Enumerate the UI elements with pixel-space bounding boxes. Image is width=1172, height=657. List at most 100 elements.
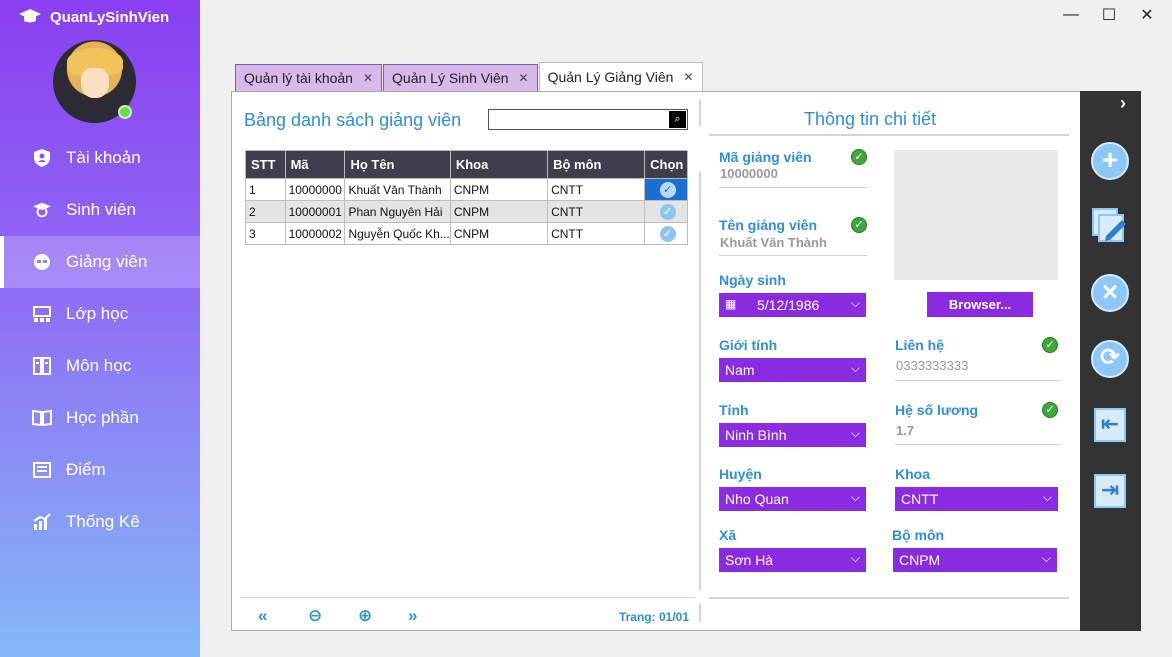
check-circle-icon[interactable]: ✓ (659, 225, 676, 242)
minimize-button[interactable]: — (1052, 4, 1090, 26)
table-row[interactable]: 3 10000002 Nguyễn Quốc Kh... CNPM CNTT ✓ (245, 222, 688, 245)
tab-quan-ly-sinh-vien[interactable]: Quản Lý Sinh Viên ✕ (383, 64, 538, 91)
gioi-tinh-label: Giới tính (719, 337, 778, 353)
tab-bar: Quản lý tài khoản ✕ Quản Lý Sinh Viên ✕ … (235, 62, 704, 91)
valid-check-icon: ✓ (1042, 337, 1058, 353)
cell-chon[interactable]: ✓ (644, 178, 688, 201)
lien-he-field[interactable]: 0333333333 (896, 358, 968, 373)
photo-placeholder (894, 150, 1058, 280)
xa-select[interactable]: Sơn Hà ⌵ (719, 548, 866, 572)
lecturer-table: STT Mã Họ Tên Khoa Bộ môn Chọn 1 1000000… (245, 150, 688, 245)
shield-user-icon (32, 148, 52, 168)
tab-quan-ly-giang-vien[interactable]: Quản Lý Giảng Viên ✕ (538, 62, 703, 91)
check-circle-icon[interactable]: ✓ (659, 181, 676, 198)
ma-giang-vien-label: Mã giảng viên (719, 149, 812, 165)
tab-label: Quản Lý Giảng Viên (547, 69, 674, 85)
table-row[interactable]: 1 10000000 Khuất Văn Thành CNPM CNTT ✓ (245, 178, 688, 201)
sidebar-item-label: Giảng viên (66, 252, 148, 271)
valid-check-icon: ✓ (1042, 402, 1058, 418)
ngay-sinh-value: 5/12/1986 (757, 297, 820, 313)
next-page-icon[interactable]: ⊕ (358, 606, 372, 626)
table-header-row: STT Mã Họ Tên Khoa Bộ môn Chọn (245, 150, 688, 179)
ngay-sinh-datepicker[interactable]: ▦ 5/12/1986 ⌵ (719, 293, 866, 317)
huyen-select[interactable]: Nho Quan ⌵ (719, 487, 866, 511)
check-circle-icon[interactable]: ✓ (659, 203, 676, 220)
tinh-label: Tỉnh (719, 402, 749, 418)
table-row[interactable]: 2 10000001 Phan Nguyên Hải CNPM CNTT ✓ (245, 200, 688, 223)
huyen-value: Nho Quan (725, 491, 789, 507)
column-header-stt[interactable]: STT (245, 150, 286, 179)
add-button[interactable]: + (1090, 141, 1130, 181)
edit-button[interactable] (1090, 206, 1130, 246)
ten-giang-vien-field[interactable]: Khuất Văn Thành (720, 235, 827, 250)
export-button[interactable]: ⇥ (1090, 471, 1130, 511)
window-controls: — ☐ ✕ (1052, 4, 1166, 26)
cell-chon[interactable]: ✓ (644, 222, 688, 245)
column-header-ma[interactable]: Mã (284, 150, 346, 179)
import-button[interactable]: ⇤ (1090, 405, 1130, 445)
refresh-icon: ⟳ (1091, 340, 1129, 378)
sidebar-item-hoc-phan[interactable]: Học phần (0, 392, 200, 444)
column-header-chon[interactable]: Chọn (644, 150, 688, 179)
tinh-select[interactable]: Ninh Bình ⌵ (719, 423, 866, 447)
last-page-icon[interactable]: » (408, 606, 417, 626)
xa-value: Sơn Hà (725, 552, 774, 568)
sidebar-item-mon-hoc[interactable]: Môn học (0, 340, 200, 392)
cell-chon[interactable]: ✓ (644, 200, 688, 223)
sidebar-item-sinh-vien[interactable]: Sinh viên (0, 184, 200, 236)
he-so-luong-field[interactable]: 1.7 (896, 423, 914, 438)
gioi-tinh-select[interactable]: Nam ⌵ (719, 358, 866, 382)
column-header-khoa[interactable]: Khoa (449, 150, 549, 179)
chevron-down-icon: ⌵ (1041, 551, 1051, 565)
chevron-down-icon: ⌵ (850, 490, 860, 504)
previous-page-icon[interactable]: ⊖ (308, 606, 322, 626)
khoa-select[interactable]: CNTT ⌵ (895, 487, 1058, 511)
close-window-button[interactable]: ✕ (1128, 4, 1166, 26)
browse-button[interactable]: Browser... (927, 292, 1033, 317)
he-so-luong-label: Hệ số lương (895, 402, 979, 418)
ngay-sinh-label: Ngày sinh (719, 272, 786, 288)
arrow-right-icon: ⇥ (1094, 474, 1126, 508)
ten-giang-vien-label: Tên giảng viên (719, 217, 818, 233)
collapse-chevron-icon[interactable]: › (1120, 93, 1126, 114)
close-tab-icon[interactable]: ✕ (683, 70, 693, 84)
search-input[interactable]: ⌕ (488, 109, 688, 130)
sidebar-item-tai-khoan[interactable]: Tài khoản (0, 132, 200, 184)
delete-button[interactable]: × (1090, 273, 1130, 313)
column-header-bo-mon[interactable]: Bộ môn (547, 150, 646, 179)
close-tab-icon[interactable]: ✕ (519, 71, 529, 85)
tab-quan-ly-tai-khoan[interactable]: Quản lý tài khoản ✕ (235, 64, 383, 91)
ma-giang-vien-field[interactable]: 10000000 (720, 166, 778, 181)
sidebar-item-giang-vien[interactable]: Giảng viên (0, 236, 200, 288)
sidebar-item-label: Sinh viên (66, 200, 136, 219)
column-header-ho-ten[interactable]: Họ Tên (344, 150, 451, 179)
search-icon[interactable]: ⌕ (669, 111, 686, 128)
bo-mon-select[interactable]: CNPM ⌵ (893, 548, 1057, 572)
refresh-button[interactable]: ⟳ (1090, 339, 1130, 379)
grade-icon (32, 460, 52, 480)
sidebar-item-diem[interactable]: Điểm (0, 444, 200, 496)
pagination: « ⊖ ⊕ » Trang: 01/01 (240, 597, 695, 627)
sidebar-item-label: Tài khoản (66, 148, 141, 167)
avatar[interactable] (53, 40, 136, 123)
cell-stt: 2 (245, 200, 286, 223)
sidebar-item-thong-ke[interactable]: Thống Kê (0, 496, 200, 548)
divider (699, 604, 701, 622)
cell-bo-mon: CNTT (547, 178, 646, 201)
first-page-icon[interactable]: « (258, 606, 267, 626)
close-tab-icon[interactable]: ✕ (363, 71, 373, 85)
book-icon (32, 408, 52, 428)
khoa-value: CNTT (901, 491, 939, 507)
cell-ma: 10000002 (284, 222, 346, 245)
sidebar-nav: Tài khoản Sinh viên Giảng viên Lớp học M… (0, 132, 200, 548)
list-title: Bảng danh sách giảng viên (244, 110, 462, 130)
cell-ho-ten: Nguyễn Quốc Kh... (344, 222, 451, 245)
cell-stt: 3 (245, 222, 286, 245)
maximize-button[interactable]: ☐ (1090, 4, 1128, 26)
avatar-face (81, 68, 109, 98)
chevron-down-icon: ⌵ (850, 426, 860, 440)
sidebar-item-lop-hoc[interactable]: Lớp học (0, 288, 200, 340)
field-underline (895, 444, 1060, 445)
chart-icon (32, 512, 52, 532)
chevron-down-icon: ⌵ (1042, 490, 1052, 504)
